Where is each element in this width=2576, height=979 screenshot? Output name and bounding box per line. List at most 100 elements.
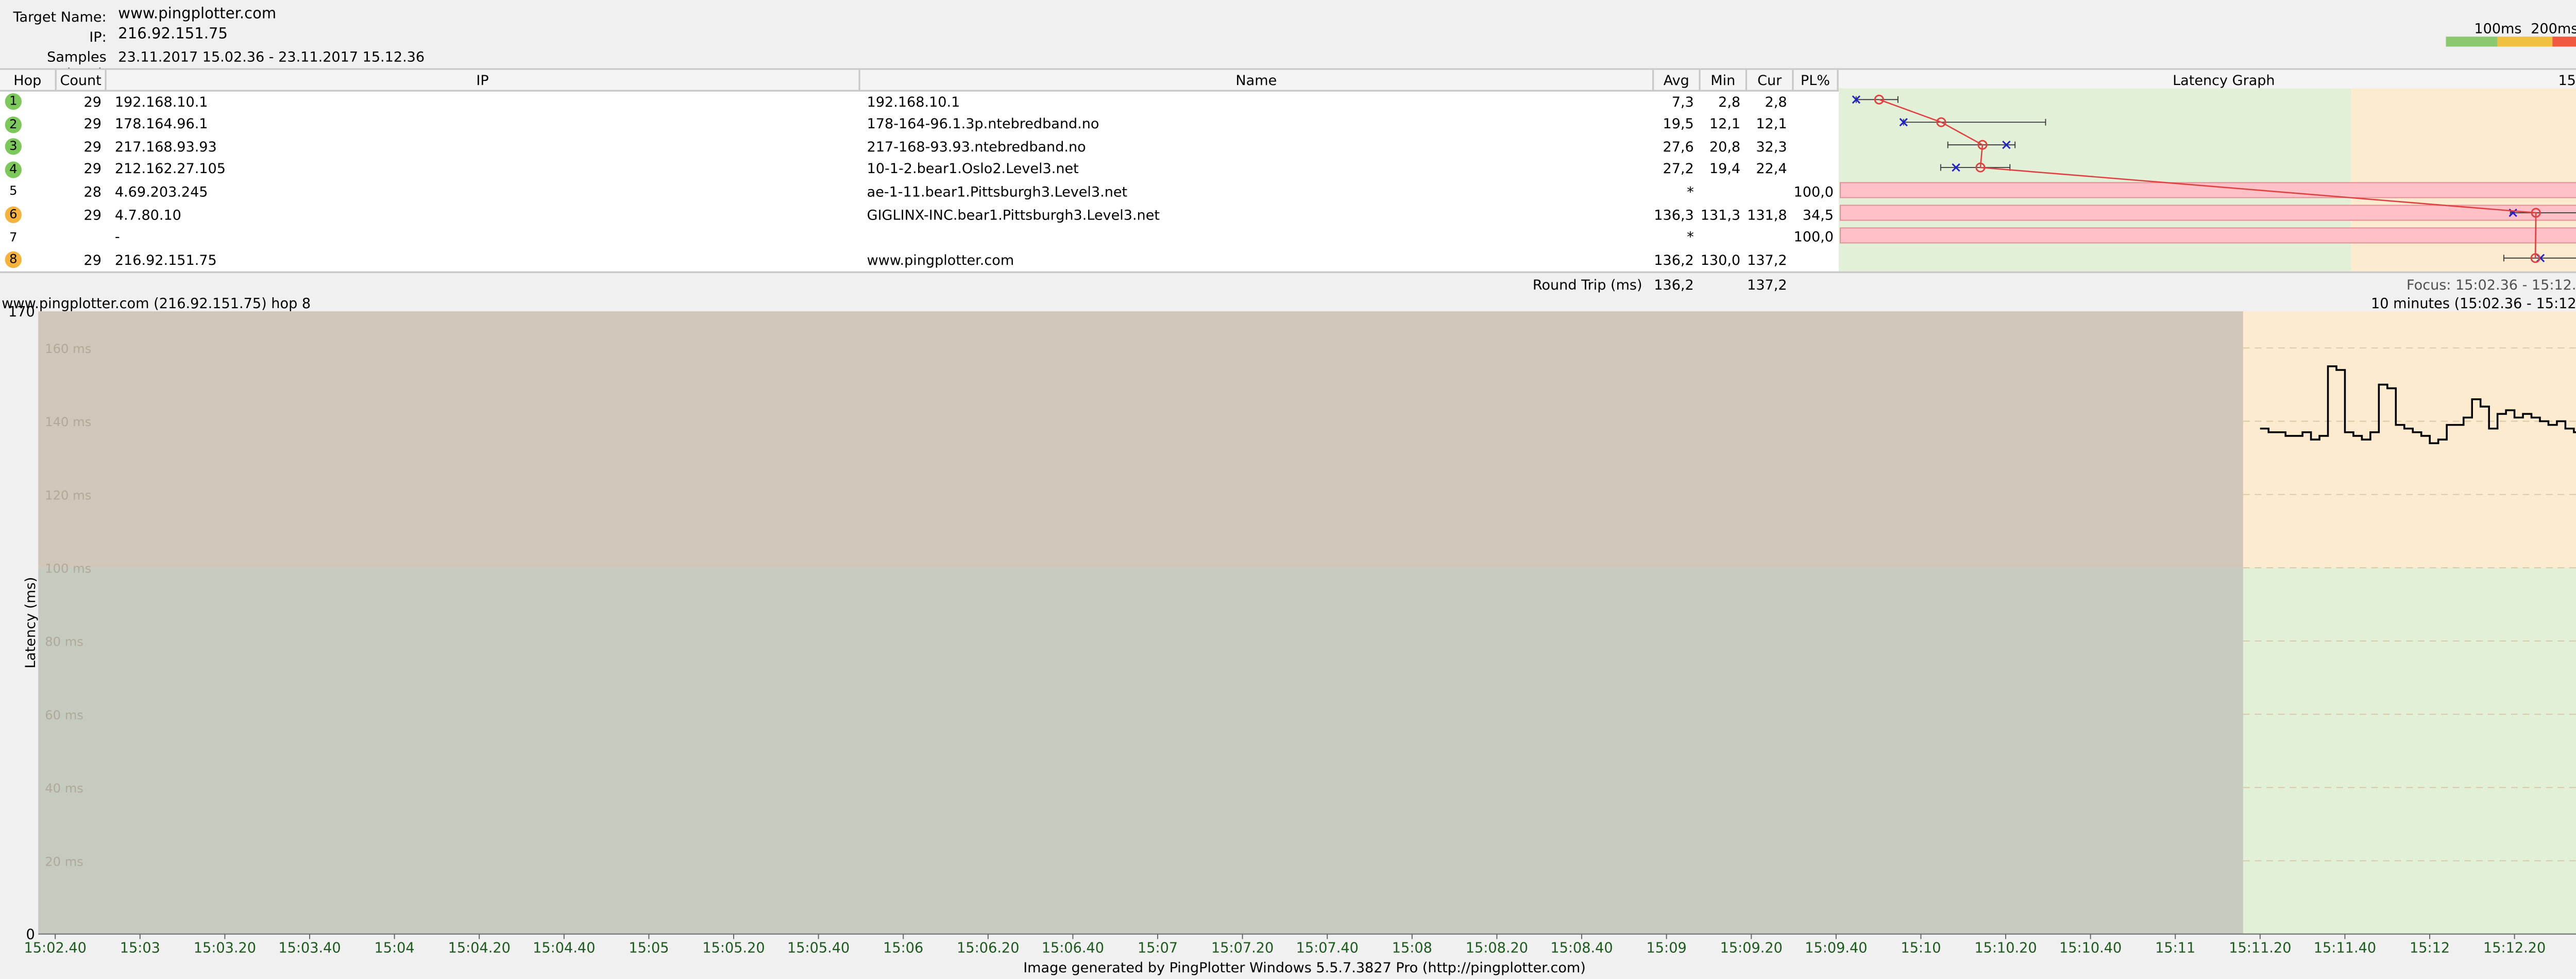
hop-avg: 7,3: [1671, 92, 1694, 109]
x-tick-label: 15:09.40: [1805, 940, 1867, 956]
ip-label: IP:: [89, 28, 107, 45]
hop-name: ae-1-11.bear1.Pittsburgh3.Level3.net: [867, 183, 1128, 200]
col-hop[interactable]: Hop: [0, 70, 57, 90]
grid-label: 20 ms: [45, 854, 83, 869]
col-ip[interactable]: IP: [107, 70, 860, 90]
grid-label: 120 ms: [45, 488, 91, 502]
hop-cur: 22,4: [1756, 160, 1787, 177]
col-cur[interactable]: Cur: [1747, 70, 1794, 90]
hop-name: 178-164-96.1.3p.ntebredband.no: [867, 115, 1099, 132]
latency-graph[interactable]: [1838, 88, 2576, 272]
hop-count: 29: [83, 206, 102, 223]
round-trip-row: Round Trip (ms) 136,2 137,2 Focus: 15:02…: [0, 271, 2576, 297]
hop-ip: 217.168.93.93: [114, 138, 217, 155]
x-tick-label: 15:02.40: [24, 940, 87, 956]
table-row[interactable]: 7 - * 100,0: [0, 227, 1839, 249]
y-axis-label: Latency (ms): [23, 577, 39, 669]
hop-avg: 27,6: [1663, 138, 1694, 155]
hop-count: 29: [83, 160, 102, 177]
table-row[interactable]: 8 29 216.92.151.75 www.pingplotter.com 1…: [0, 249, 1839, 272]
hop-avg: *: [1687, 228, 1694, 245]
samples-timed: 23.11.2017 15.02.36 - 23.11.2017 15.12.3…: [118, 48, 425, 65]
round-trip-cur: 137,2: [1747, 276, 1787, 293]
x-tick-label: 15:10.40: [2059, 940, 2122, 956]
col-latency-graph[interactable]: Latency Graph: [1839, 70, 2576, 90]
col-avg[interactable]: Avg: [1654, 70, 1701, 90]
current-zone-good: [2243, 567, 2576, 934]
x-tick-label: 15:10: [1901, 940, 1941, 956]
pingplotter-window: Target Name: www.pingplotter.com IP: 216…: [0, 0, 2576, 979]
hop-indicator: 6: [5, 206, 22, 223]
hop-name: 217-168-93.93.ntebredband.no: [867, 138, 1086, 155]
hop-avg: *: [1687, 183, 1694, 200]
focus-range[interactable]: Focus: 15:02.36 - 15:12.36: [2263, 273, 2576, 296]
hop-pl: 34,5: [1802, 206, 1834, 223]
x-tick-label: 15:07.20: [1211, 940, 1274, 956]
table-row[interactable]: 2 29 178.164.96.1 178-164-96.1.3p.ntebre…: [0, 113, 1839, 136]
legend-good: [2446, 37, 2498, 47]
x-tick-label: 15:09: [1647, 940, 1687, 956]
hop-indicator: 4: [5, 161, 22, 178]
timeline-title: www.pingplotter.com (216.92.151.75) hop …: [2, 296, 311, 312]
hop-avg: 19,5: [1663, 115, 1694, 132]
x-tick-label: 15:03.40: [278, 940, 341, 956]
target-name-label: Target Name:: [13, 8, 107, 25]
x-tick-label: 15:04.40: [533, 940, 595, 956]
x-tick-label: 15:12: [2410, 940, 2450, 956]
hop-ip: 216.92.151.75: [114, 250, 217, 268]
table-row[interactable]: 1 29 192.168.10.1 192.168.10.1 7,3 2,8 2…: [0, 91, 1839, 113]
x-tick-label: 15:12.20: [2483, 940, 2546, 956]
x-tick-label: 15:04: [375, 940, 415, 956]
col-name[interactable]: Name: [860, 70, 1654, 90]
hop-count: 29: [83, 138, 102, 155]
x-tick-label: 15:10.20: [1974, 940, 2037, 956]
hop-cur: 131,8: [1747, 206, 1787, 223]
history-zone-warn: [38, 311, 2243, 568]
x-tick-label: 15:07: [1138, 940, 1178, 956]
graph-zone-good: [1838, 88, 2351, 272]
x-tick-label: 15:05.40: [787, 940, 850, 956]
table-row[interactable]: 5 28 4.69.203.245 ae-1-11.bear1.Pittsbur…: [0, 181, 1839, 204]
hop-pl: 100,0: [1793, 228, 1834, 245]
hop-name: 10-1-2.bear1.Oslo2.Level3.net: [867, 160, 1079, 177]
x-tick-label: 15:04.20: [448, 940, 511, 956]
hop-count: 29: [83, 115, 102, 132]
y-max-label: 170: [8, 304, 35, 320]
legend-color-scale: [2446, 37, 2576, 47]
col-pl[interactable]: PL%: [1794, 70, 1839, 90]
hop-avg: 27,2: [1663, 160, 1694, 177]
history-zone-good: [38, 567, 2243, 934]
hop-indicator: 8: [5, 251, 22, 268]
target-name: www.pingplotter.com: [118, 6, 277, 24]
col-count[interactable]: Count: [57, 70, 107, 90]
x-tick-label: 15:06.20: [957, 940, 1019, 956]
table-row[interactable]: 4 29 212.162.27.105 10-1-2.bear1.Oslo2.L…: [0, 159, 1839, 181]
hop-count: 29: [83, 250, 102, 268]
hop-ip: 192.168.10.1: [114, 92, 208, 109]
x-tick-label: 15:08.40: [1550, 940, 1613, 956]
x-tick-label: 15:08: [1392, 940, 1432, 956]
x-tick-label: 15:11.40: [2314, 940, 2376, 956]
legend-200ms: 200ms: [2531, 20, 2576, 37]
hop-ip: 178.164.96.1: [114, 115, 208, 132]
hop-min: 2,8: [1718, 92, 1741, 109]
grid-label: 140 ms: [45, 415, 91, 429]
timeline-graph[interactable]: www.pingplotter.com (216.92.151.75) hop …: [0, 295, 2576, 959]
hop-count: 29: [83, 92, 102, 109]
hop-indicator: 1: [5, 93, 22, 110]
hop-min: 131,3: [1700, 206, 1741, 223]
hop-avg: 136,3: [1654, 206, 1694, 223]
legend-100ms: 100ms: [2474, 20, 2522, 37]
x-tick-label: 15:05.20: [702, 940, 765, 956]
table-row[interactable]: 3 29 217.168.93.93 217-168-93.93.ntebred…: [0, 136, 1839, 159]
table-row[interactable]: 6 29 4.7.80.10 GIGLINX-INC.bear1.Pittsbu…: [0, 204, 1839, 227]
hop-min: 130,0: [1700, 250, 1741, 268]
x-tick-label: 15:11.20: [2229, 940, 2291, 956]
hop-indicator: 3: [5, 138, 22, 156]
hop-indicator: 7: [9, 229, 18, 244]
grid-label: 40 ms: [45, 781, 83, 796]
hop-count: 28: [83, 183, 102, 200]
col-min[interactable]: Min: [1701, 70, 1748, 90]
current-zone-warn: [2243, 311, 2576, 568]
hop-name: GIGLINX-INC.bear1.Pittsburgh3.Level3.net: [867, 206, 1160, 223]
